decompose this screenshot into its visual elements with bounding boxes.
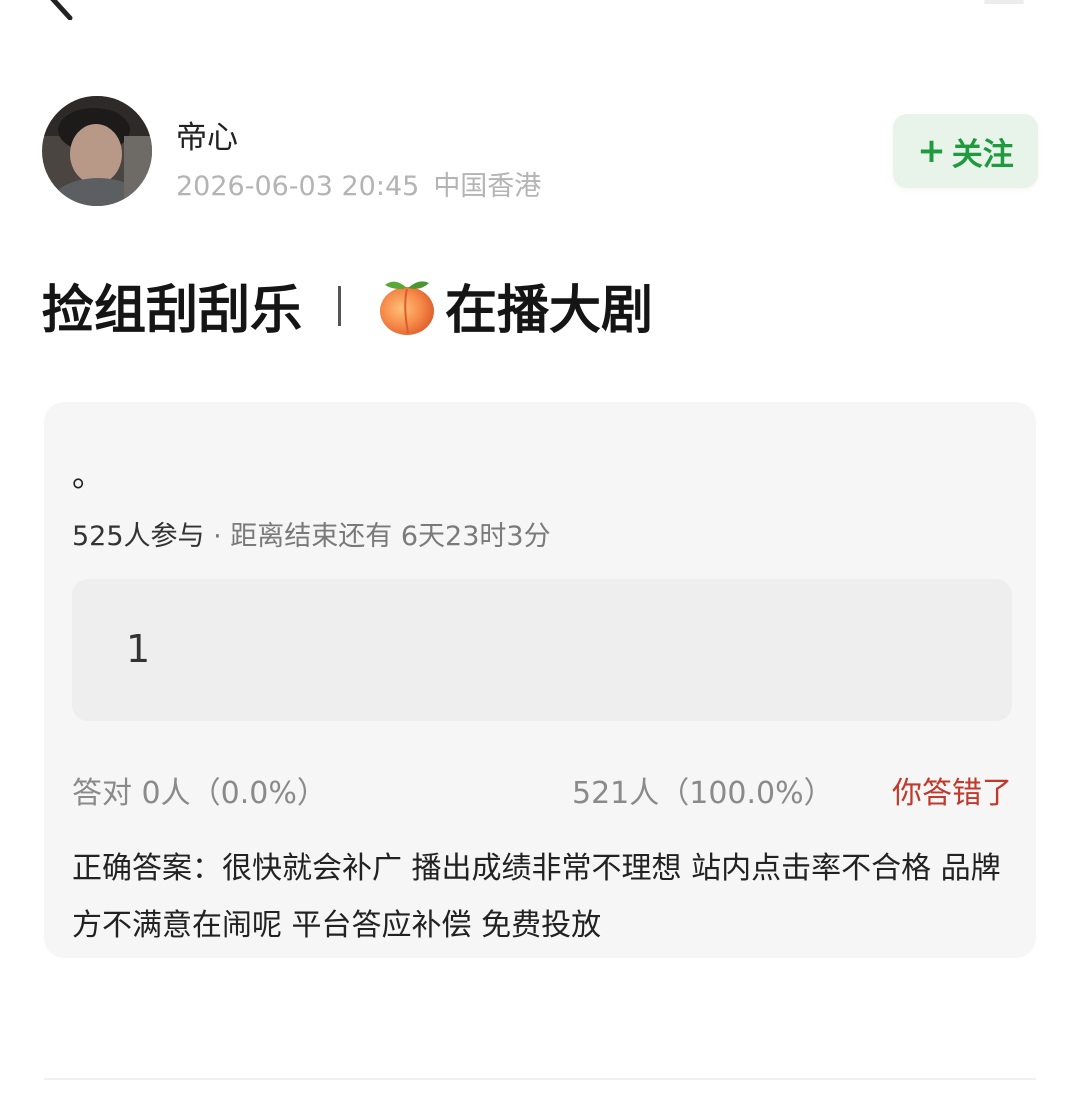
time-remaining: 距离结束还有 6天23时3分 (230, 521, 551, 552)
back-arrow-icon[interactable] (40, 0, 80, 20)
title-divider (338, 285, 342, 326)
post-location: 中国香港 (433, 171, 542, 202)
wrong-answer-note: 你答错了 (892, 776, 1012, 811)
post-timestamp: 2026-06-03 20:45 (176, 171, 420, 202)
follow-button[interactable]: + 关注 (893, 114, 1038, 188)
poll-stats: 525人参与 · 距离结束还有 6天23时3分 (72, 514, 551, 553)
stats-separator: · (204, 521, 231, 552)
poll-option-label: 1 (126, 627, 151, 671)
correct-count: 答对 0人（0.0%） (72, 776, 327, 811)
author-name[interactable]: 帝心 (176, 112, 238, 157)
correct-answer-text: 正确答案：很快就会补广 播出成绩非常不理想 站内点击率不合格 品牌方不满意在闹呢… (72, 851, 1001, 943)
poll-card: 。 525人参与 · 距离结束还有 6天23时3分 1 答对 0人（0.0%） … (44, 402, 1036, 958)
avatar[interactable] (42, 96, 152, 206)
plus-icon: + (917, 131, 946, 171)
post-meta: 2026-06-03 20:45 中国香港 (176, 164, 541, 203)
wrong-count: 521人（100.0%） (572, 776, 834, 811)
poll-option[interactable]: 1 (72, 579, 1012, 721)
top-right-mark (984, 0, 1024, 4)
participant-count: 525人参与 (72, 521, 205, 552)
post-title-part1: 捡组刮刮乐 (42, 281, 303, 341)
post-title-part2: 在播大剧 (445, 281, 654, 341)
post-title: 捡组刮刮乐 在播大剧 (42, 268, 653, 343)
poll-result-row: 答对 0人（0.0%） 521人（100.0%） 你答错了 (72, 768, 1012, 812)
poll-question: 。 (72, 456, 105, 494)
bottom-divider (44, 1078, 1036, 1080)
follow-label: 关注 (951, 136, 1014, 173)
peach-icon (380, 280, 435, 335)
author-header: 帝心 2026-06-03 20:45 中国香港 + 关注 (42, 96, 1042, 208)
